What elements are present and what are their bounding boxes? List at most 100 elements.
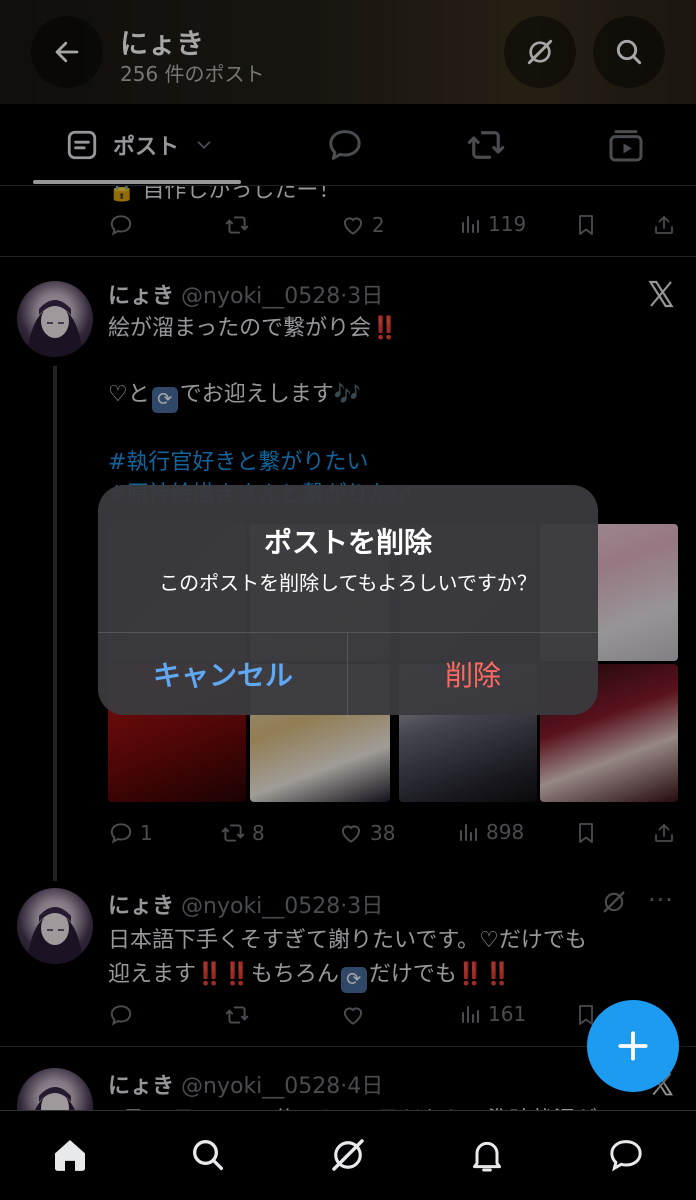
home-icon [55,1140,85,1171]
repost-icon [225,216,249,234]
profile-tabs: ポスト [0,104,696,186]
media-tab-icon [609,130,643,162]
repeat-emoji-icon: ⟳ [151,387,178,413]
post-time: ·3日 [340,284,384,309]
bookmark-icon [579,823,593,843]
tab-posts-label: ポスト [112,135,179,160]
x-logo-icon [648,280,674,308]
like-icon [343,217,363,235]
cancel-button[interactable]: キャンセル [98,632,348,715]
reply-action[interactable]: 1 [108,820,153,846]
grok-icon [527,39,553,65]
views-icon [460,824,477,841]
tab-media[interactable] [596,104,656,186]
repeat-emoji-icon: ⟳ [340,967,367,993]
avatar[interactable] [17,281,93,357]
repost-action[interactable] [224,1002,250,1028]
like-count: 38 [370,821,396,845]
grok-button[interactable] [504,16,576,88]
like-icon [341,825,361,843]
reply-count: 1 [140,821,153,845]
nav-search[interactable] [178,1125,238,1185]
back-button[interactable] [31,16,103,88]
repost-action[interactable]: 8 [220,820,265,846]
post-tab-icon [67,130,97,160]
nav-notifications[interactable] [457,1125,517,1185]
tab-posts[interactable]: ポスト [40,104,240,186]
search-button[interactable] [593,16,665,88]
views-action[interactable]: 161 [458,1002,526,1026]
compose-button[interactable] [587,1000,679,1092]
delete-post-dialog: ポストを削除 このポストを削除してもよろしいですか？ キャンセル 削除 [98,485,598,715]
views-count: 119 [488,212,527,236]
search-icon [193,1140,223,1170]
avatar[interactable] [17,888,93,964]
author-name[interactable]: にょき [108,1074,174,1099]
author-handle[interactable]: @nyoki__0528 [181,894,340,919]
profile-name: にょき [120,27,205,60]
post-header: にょき @nyoki__0528·4日 [108,1068,383,1100]
grok-icon[interactable] [600,888,628,916]
tab-replies[interactable] [315,104,375,186]
share-action[interactable] [652,212,676,238]
nav-grok[interactable] [318,1125,378,1185]
post-header: にょき @nyoki__0528·3日 [108,278,383,310]
author-name[interactable]: にょき [108,284,174,309]
repost-action[interactable] [224,212,250,238]
views-count: 161 [488,1002,527,1026]
author-name[interactable]: にょき [108,894,174,919]
post-count: 256 件のポスト [120,62,265,86]
reply-icon [110,215,132,236]
back-arrow-icon [55,41,79,63]
reply-action[interactable] [108,212,134,238]
reply-icon [110,1005,132,1026]
like-action[interactable]: 38 [338,820,395,846]
grok-icon [332,1139,364,1171]
post-text-line: 3月31日で301 (仕ート) の日だからの準時状況が [108,1102,597,1110]
post-text-line: 日本語下手くそすぎて謝りたいです。♡だけでも [108,928,587,953]
plus-icon [618,1031,648,1061]
post-time: ·3日 [340,894,384,919]
post-header: にょき @nyoki__0528·3日 [108,888,383,920]
tab-indicator [33,180,241,184]
share-action[interactable] [652,820,676,846]
hashtag-link[interactable]: #執行官好きと繋がりたい [108,444,368,476]
more-icon[interactable]: ··· [648,886,674,914]
post-text-line: 絵が溜まったので繋がり会‼️ [108,316,399,341]
chevron-down-icon[interactable] [193,134,215,156]
reply-tab-icon [329,130,361,160]
post-time: ·4日 [340,1074,384,1099]
search-icon [616,39,642,65]
views-action[interactable]: 898 [456,820,524,844]
author-handle[interactable]: @nyoki__0528 [181,284,340,309]
views-count: 898 [486,820,525,844]
notifications-icon [473,1141,501,1172]
share-icon [655,215,673,234]
post-text-line: ♡と ⟳ でお迎えします🎶 [108,376,361,413]
like-action[interactable]: 2 [340,212,385,238]
like-count: 2 [372,213,385,237]
like-icon [343,1007,363,1025]
like-action[interactable] [340,1002,366,1028]
bookmark-action[interactable] [574,212,598,238]
views-action[interactable]: 119 [458,212,526,236]
repost-icon [221,824,245,842]
nav-home[interactable] [40,1125,100,1185]
profile-header: にょき 256 件のポスト [0,0,696,104]
avatar[interactable] [17,1068,93,1110]
dialog-title: ポストを削除 [263,526,432,559]
repost-icon [225,1006,249,1024]
views-icon [462,216,479,233]
bookmark-action[interactable] [574,820,598,846]
views-icon [462,1006,479,1023]
tab-reposts[interactable] [456,104,516,186]
delete-button[interactable]: 削除 [348,632,598,715]
post-text-line: 迎えます‼️‼️もちろん ⟳ だけでも‼️‼️ [108,956,512,993]
dialog-message: このポストを削除してもよろしいですか？ [159,571,537,595]
reply-icon [110,823,132,844]
author-handle[interactable]: @nyoki__0528 [181,1074,340,1099]
repost-count: 8 [252,821,265,845]
share-icon [655,823,673,842]
reply-action[interactable] [108,1002,134,1028]
nav-messages[interactable] [596,1125,656,1185]
